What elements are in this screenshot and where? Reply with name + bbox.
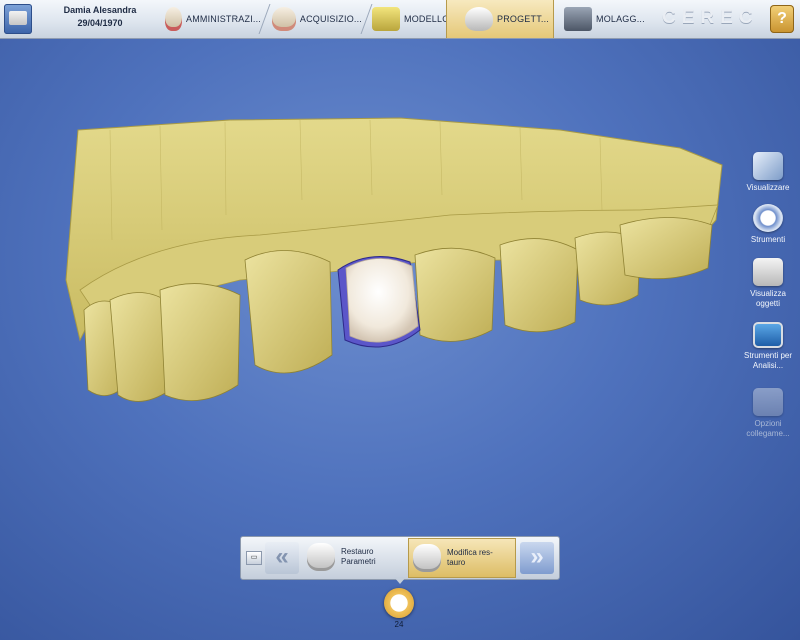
step-label: PROGETT... xyxy=(497,14,550,24)
denture-icon xyxy=(165,7,182,31)
phase-edit-restoration[interactable]: Modifica res- tauro xyxy=(408,538,516,578)
tool-label: Visualizza oggetti xyxy=(750,289,786,308)
link-icon xyxy=(753,388,783,416)
collapse-button[interactable]: ▭ xyxy=(246,551,262,565)
tooth-selector-icon[interactable] xyxy=(384,588,414,618)
view-tool[interactable]: Visualizzare xyxy=(738,152,798,193)
patient-dob: 29/04/1970 xyxy=(77,18,123,28)
step-design[interactable]: PROGETT... xyxy=(446,0,554,38)
patient-info[interactable]: Damia Alesandra 29/04/1970 xyxy=(40,4,160,36)
monitor-icon xyxy=(753,322,783,348)
tool-label: Opzioni collegame... xyxy=(746,419,790,438)
step-label: MODELLO xyxy=(404,14,450,24)
next-phase-button[interactable]: » xyxy=(520,542,554,574)
help-icon[interactable]: ? xyxy=(770,5,794,33)
milling-unit-icon xyxy=(564,7,592,31)
cube-icon xyxy=(753,152,783,180)
step-label: AMMINISTRAZI... xyxy=(186,14,261,24)
analysis-tools-tool[interactable]: Strumenti per Analisi... xyxy=(738,322,798,371)
dental-model-viewport[interactable] xyxy=(0,40,740,440)
model-icon xyxy=(372,7,400,31)
step-administration[interactable]: AMMINISTRAZI... xyxy=(165,0,261,38)
previous-phase-button[interactable]: « xyxy=(265,542,299,574)
crown-restoration xyxy=(345,258,419,343)
jaw-scan-icon xyxy=(272,7,296,31)
step-acquisition[interactable]: ACQUISIZIO... xyxy=(272,0,362,38)
phase-restoration-parameters[interactable]: Restauro Parametri xyxy=(303,538,407,576)
step-label: MOLAGG... xyxy=(596,14,645,24)
phase-navigator: ▭ « Restauro Parametri Modifica res- tau… xyxy=(240,536,560,580)
tools-tool[interactable]: Strumenti xyxy=(738,204,798,245)
step-label: ACQUISIZIO... xyxy=(299,14,362,24)
phase-label: Restauro Parametri xyxy=(341,547,376,566)
brand-logo: CEREC xyxy=(662,7,759,28)
tooth-number: 24 xyxy=(394,620,404,629)
crown-edit-icon xyxy=(413,544,441,572)
objects-icon xyxy=(753,258,783,286)
workflow-bar: Damia Alesandra 29/04/1970 AMMINISTRAZI.… xyxy=(0,0,800,39)
step-milling[interactable]: MOLAGG... xyxy=(564,0,656,38)
tool-ring-icon xyxy=(753,204,783,232)
show-objects-tool[interactable]: Visualizza oggetti xyxy=(738,258,798,309)
link-options-tool: Opzioni collegame... xyxy=(738,388,798,439)
crown-icon xyxy=(465,7,493,31)
phase-pointer xyxy=(394,577,406,584)
patient-card-icon[interactable] xyxy=(4,4,32,34)
step-model[interactable]: MODELLO xyxy=(372,0,454,38)
tool-label: Visualizzare xyxy=(746,183,790,192)
phase-label: Modifica res- tauro xyxy=(447,548,493,567)
patient-name: Damia Alesandra xyxy=(63,5,137,15)
crown-parameters-icon xyxy=(307,543,335,571)
tool-label: Strumenti per Analisi... xyxy=(743,351,793,370)
tool-label: Strumenti xyxy=(750,235,786,244)
